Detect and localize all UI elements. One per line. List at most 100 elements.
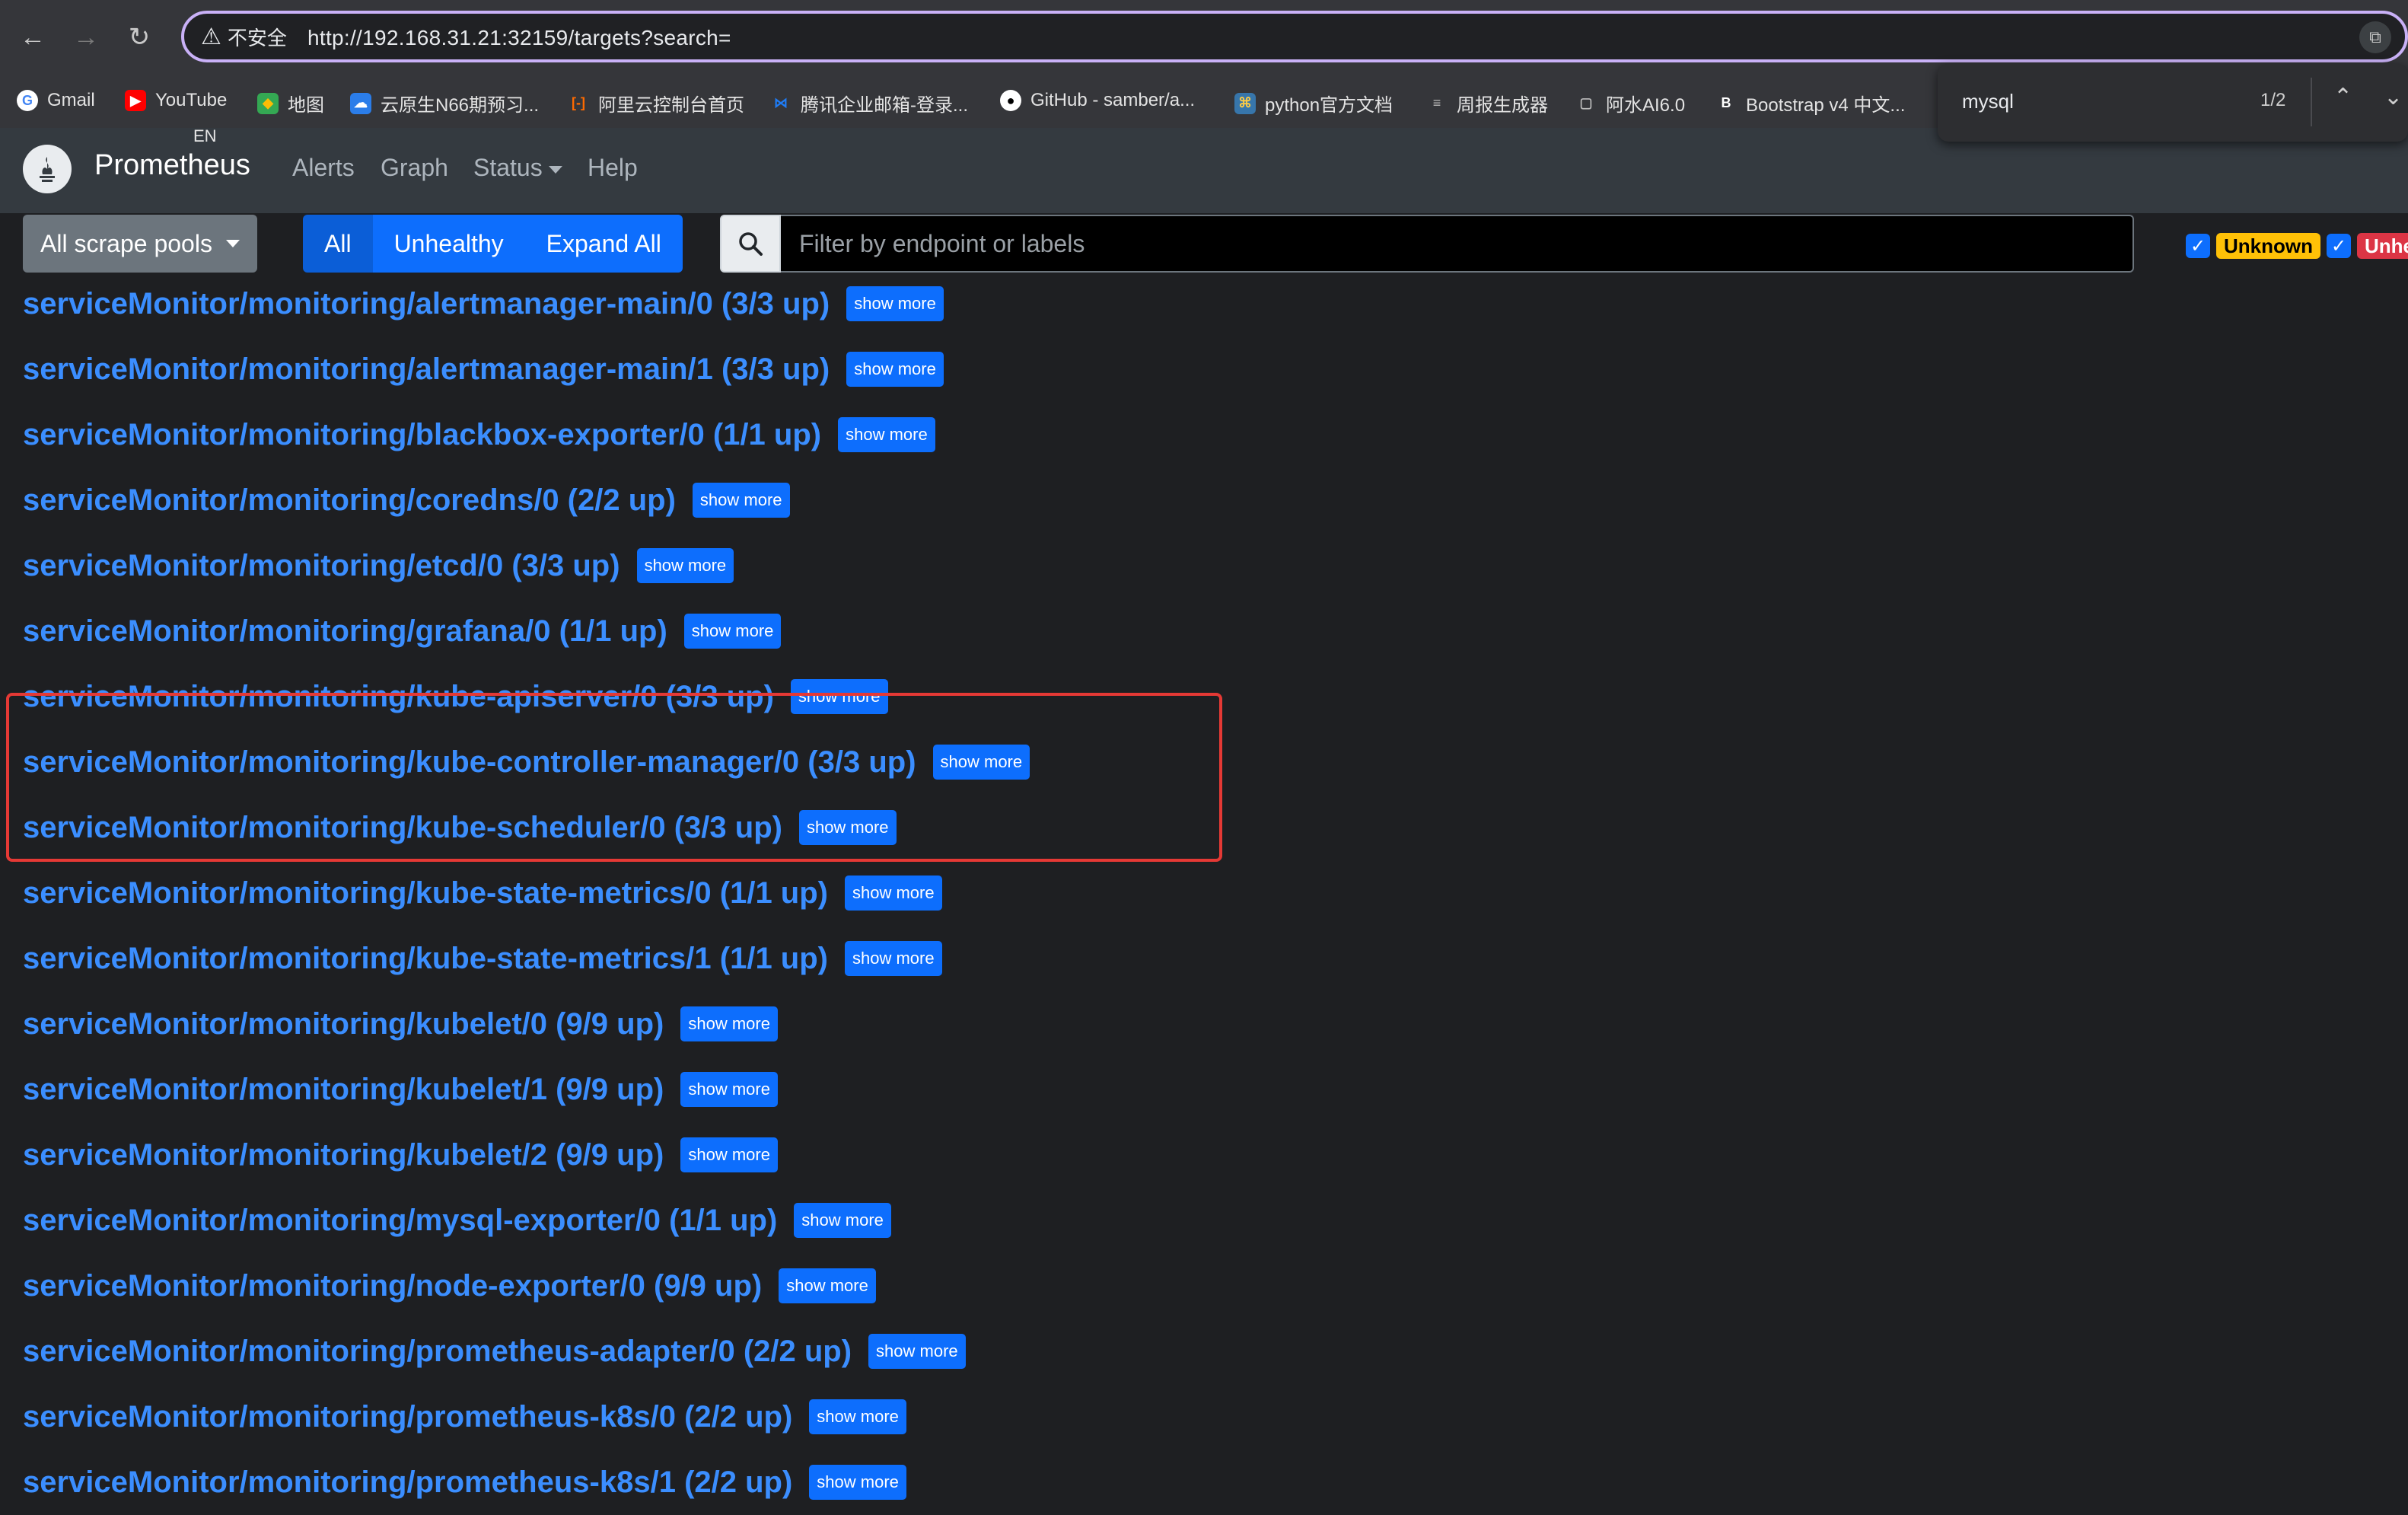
python-icon: ⌘ xyxy=(1234,92,1256,114)
show-more-button[interactable]: show more xyxy=(794,1203,891,1238)
target-row: serviceMonitor/monitoring/prometheus-k8s… xyxy=(23,1450,906,1515)
target-pool-link[interactable]: serviceMonitor/monitoring/kube-controlle… xyxy=(23,745,916,780)
target-pool-link[interactable]: serviceMonitor/monitoring/coredns/0 (2/2… xyxy=(23,483,676,518)
target-row: serviceMonitor/monitoring/kube-state-met… xyxy=(23,860,942,926)
show-more-button[interactable]: show more xyxy=(809,1399,906,1434)
bookmark-item[interactable]: ◆ 地图 xyxy=(257,90,324,116)
prometheus-logo-icon[interactable] xyxy=(23,145,72,193)
address-bar[interactable]: ⚠ 不安全 http://192.168.31.21:32159/targets… xyxy=(181,11,2408,62)
show-more-button[interactable]: show more xyxy=(680,1072,778,1107)
target-pool-link[interactable]: serviceMonitor/monitoring/alertmanager-m… xyxy=(23,287,830,321)
bookmark-item[interactable]: [-] 阿里云控制台首页 xyxy=(568,90,744,116)
expand-all-button[interactable]: Expand All xyxy=(524,215,683,273)
bookmark-item[interactable]: ▢ 阿水AI6.0 xyxy=(1575,90,1685,116)
find-bar: mysql 1/2 ⌃ ⌄ xyxy=(1938,64,2408,142)
chevron-down-icon xyxy=(225,240,240,247)
target-pool-link[interactable]: serviceMonitor/monitoring/node-exporter/… xyxy=(23,1269,762,1303)
target-pool-link[interactable]: serviceMonitor/monitoring/mysql-exporter… xyxy=(23,1204,777,1238)
divider xyxy=(2311,78,2312,126)
brand-title[interactable]: Prometheus xyxy=(94,149,250,182)
nav-help[interactable]: Help xyxy=(588,154,638,182)
bookmark-item[interactable]: G Gmail xyxy=(17,90,95,111)
doc-icon: ≡ xyxy=(1432,95,1441,110)
show-more-button[interactable]: show more xyxy=(798,810,897,845)
target-pool-link[interactable]: serviceMonitor/monitoring/prometheus-k8s… xyxy=(23,1400,792,1434)
target-pool-link[interactable]: serviceMonitor/monitoring/kube-scheduler… xyxy=(23,811,782,845)
filter-all-button[interactable]: All xyxy=(303,215,373,273)
reload-icon[interactable]: ↻ xyxy=(119,17,160,58)
nav-alerts[interactable]: Alerts xyxy=(292,154,355,182)
bookmark-item[interactable]: ≡ 周报生成器 xyxy=(1426,90,1548,116)
security-label: 不安全 xyxy=(227,27,287,49)
search-group xyxy=(720,215,2134,273)
bookmark-item[interactable]: ⌘ python官方文档 xyxy=(1234,90,1393,116)
targets-toolbar: All scrape pools All Unhealthy Expand Al… xyxy=(0,213,2408,279)
show-more-button[interactable]: show more xyxy=(779,1268,876,1303)
bookmark-label: 阿里云控制台首页 xyxy=(598,95,744,116)
target-row: serviceMonitor/monitoring/etcd/0 (3/3 up… xyxy=(23,533,734,598)
target-row: serviceMonitor/monitoring/alertmanager-m… xyxy=(23,336,944,402)
checkbox-unhealthy[interactable]: ✓ xyxy=(2327,234,2351,258)
bookmark-item[interactable]: B Bootstrap v4 中文... xyxy=(1715,90,1906,116)
show-more-button[interactable]: show more xyxy=(636,548,734,583)
bookmark-label: 周报生成器 xyxy=(1457,95,1548,116)
target-pool-link[interactable]: serviceMonitor/monitoring/kubelet/1 (9/9… xyxy=(23,1073,664,1107)
bootstrap-icon: B xyxy=(1721,95,1731,110)
target-pool-link[interactable]: serviceMonitor/monitoring/alertmanager-m… xyxy=(23,352,830,387)
show-more-button[interactable]: show more xyxy=(845,941,942,976)
show-more-button[interactable]: show more xyxy=(838,417,935,452)
target-pool-link[interactable]: serviceMonitor/monitoring/kube-state-met… xyxy=(23,942,828,976)
page-info-icon[interactable]: ⧉ xyxy=(2359,21,2391,53)
show-more-button[interactable]: show more xyxy=(680,1137,778,1172)
show-more-button[interactable]: show more xyxy=(846,286,944,321)
target-pool-link[interactable]: serviceMonitor/monitoring/prometheus-ada… xyxy=(23,1335,852,1369)
chevron-up-icon[interactable]: ⌃ xyxy=(2333,84,2352,110)
scrape-pools-label: All scrape pools xyxy=(40,229,212,257)
bookmark-item[interactable]: ☁ 云原生N66期预习... xyxy=(350,90,539,116)
target-pool-link[interactable]: serviceMonitor/monitoring/kubelet/2 (9/9… xyxy=(23,1138,664,1172)
show-more-button[interactable]: show more xyxy=(692,483,790,518)
target-row: serviceMonitor/monitoring/kube-apiserver… xyxy=(23,664,888,729)
show-more-button[interactable]: show more xyxy=(680,1006,778,1041)
forward-arrow-icon[interactable]: → xyxy=(65,17,107,58)
health-filters: ✓ Unknown ✓ Unhe xyxy=(2186,233,2408,259)
bookmark-label: Bootstrap v4 中文... xyxy=(1746,95,1906,116)
target-pool-link[interactable]: serviceMonitor/monitoring/blackbox-expor… xyxy=(23,418,821,452)
show-more-button[interactable]: show more xyxy=(809,1465,906,1500)
show-more-button[interactable]: show more xyxy=(790,679,888,714)
cloud-icon: ☁ xyxy=(350,92,371,114)
security-indicator[interactable]: ⚠ 不安全 xyxy=(201,23,287,51)
search-input[interactable] xyxy=(781,215,2134,273)
back-arrow-icon[interactable]: ← xyxy=(12,17,53,58)
nav-graph[interactable]: Graph xyxy=(381,154,448,182)
aliyun-icon: [-] xyxy=(572,95,585,110)
target-pool-link[interactable]: serviceMonitor/monitoring/kube-state-met… xyxy=(23,876,828,911)
show-more-button[interactable]: show more xyxy=(846,352,944,387)
bookmark-label: 云原生N66期预习... xyxy=(381,95,540,116)
nav-status[interactable]: Status xyxy=(473,154,562,182)
show-more-button[interactable]: show more xyxy=(932,745,1030,780)
search-icon[interactable] xyxy=(720,215,781,273)
bookmark-item[interactable]: ● GitHub - samber/a... xyxy=(1000,90,1195,111)
target-pool-link[interactable]: serviceMonitor/monitoring/grafana/0 (1/1… xyxy=(23,614,667,649)
find-match-count: 1/2 xyxy=(2260,90,2286,110)
target-pool-link[interactable]: serviceMonitor/monitoring/kube-apiserver… xyxy=(23,680,774,714)
show-more-button[interactable]: show more xyxy=(868,1334,966,1369)
url-text[interactable]: http://192.168.31.21:32159/targets?searc… xyxy=(307,26,731,50)
target-row: serviceMonitor/monitoring/kube-scheduler… xyxy=(23,795,897,860)
chevron-down-icon[interactable]: ⌄ xyxy=(2384,84,2403,110)
checkbox-unknown[interactable]: ✓ xyxy=(2186,234,2210,258)
target-row: serviceMonitor/monitoring/kubelet/1 (9/9… xyxy=(23,1057,778,1122)
show-more-button[interactable]: show more xyxy=(683,614,782,649)
show-more-button[interactable]: show more xyxy=(845,876,942,911)
bookmark-item[interactable]: ▶ YouTube xyxy=(125,90,227,111)
target-row: serviceMonitor/monitoring/kube-controlle… xyxy=(23,729,1030,795)
bookmark-item[interactable]: ⋈ 腾讯企业邮箱-登录... xyxy=(770,90,968,116)
status-badge-unknown: Unknown xyxy=(2216,233,2320,259)
target-pool-link[interactable]: serviceMonitor/monitoring/prometheus-k8s… xyxy=(23,1466,792,1500)
target-pool-link[interactable]: serviceMonitor/monitoring/kubelet/0 (9/9… xyxy=(23,1007,664,1041)
filter-unhealthy-button[interactable]: Unhealthy xyxy=(372,215,525,273)
scrape-pools-dropdown[interactable]: All scrape pools xyxy=(23,215,257,273)
find-input[interactable]: mysql xyxy=(1962,90,2014,113)
target-pool-link[interactable]: serviceMonitor/monitoring/etcd/0 (3/3 up… xyxy=(23,549,620,583)
